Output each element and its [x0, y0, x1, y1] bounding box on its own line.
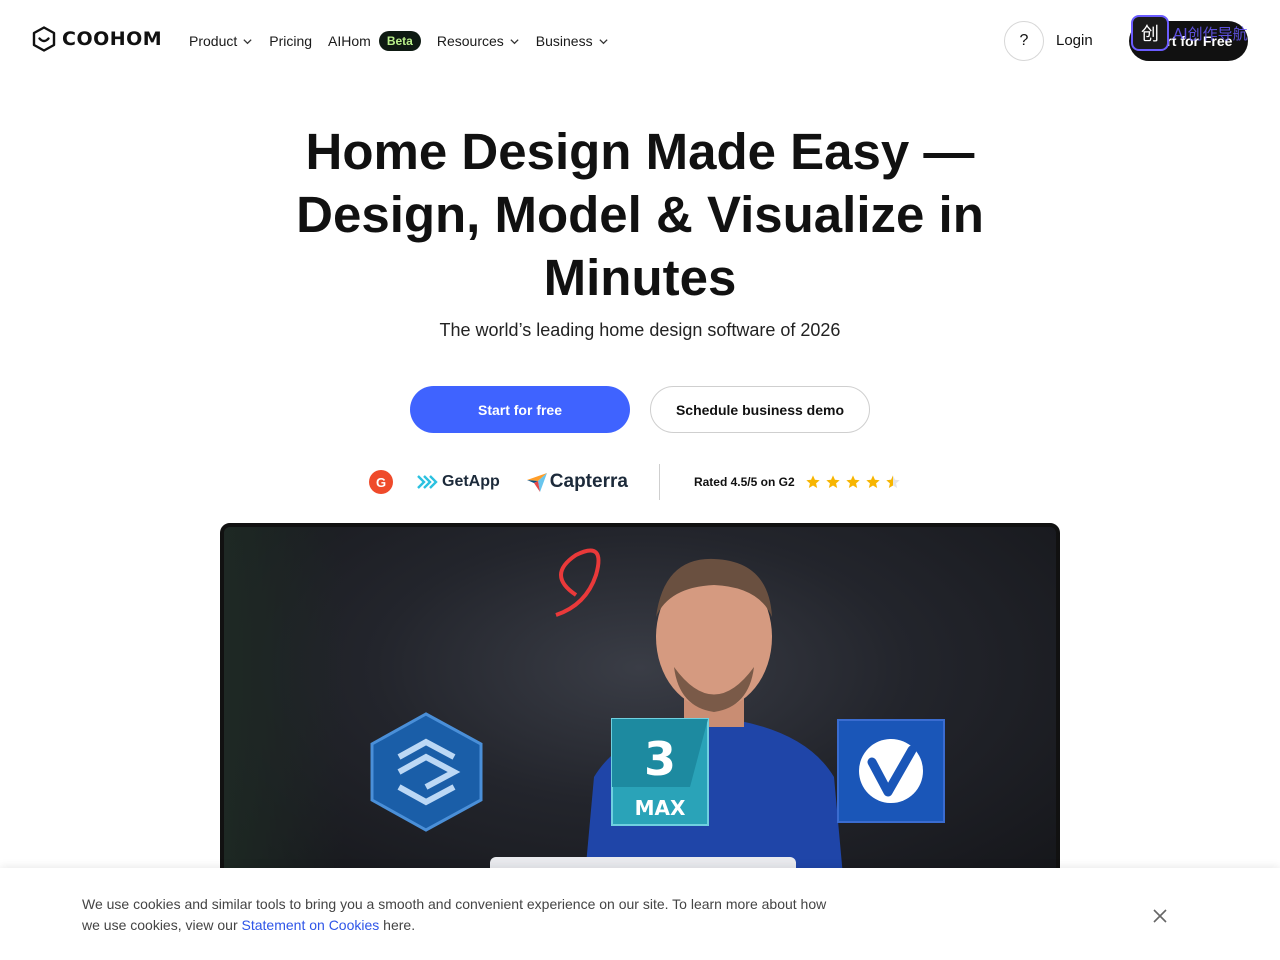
- logo-text: COOHOM: [62, 28, 163, 50]
- sketchup-logo: [370, 712, 483, 832]
- cookie-banner: We use cookies and similar tools to brin…: [0, 868, 1280, 960]
- cookie-text: We use cookies and similar tools to brin…: [82, 894, 842, 936]
- cookie-statement-link[interactable]: Statement on Cookies: [242, 917, 380, 933]
- login-link[interactable]: Login: [1056, 32, 1093, 49]
- capterra-arrow-icon: [526, 473, 547, 492]
- start-for-free-cta[interactable]: Start for free: [410, 386, 630, 433]
- nav-product[interactable]: Product: [189, 28, 253, 54]
- getapp-label: GetApp: [442, 473, 500, 490]
- coohom-logo-icon: [32, 26, 56, 52]
- getapp-chevrons-icon: [417, 475, 438, 489]
- 3ds-max-logo: 3 MAX: [611, 718, 709, 826]
- hero-title-line: Minutes: [543, 249, 737, 306]
- star-icon: [805, 475, 820, 488]
- help-button[interactable]: ?: [1004, 21, 1044, 61]
- ai-nav-overlay-icon: 创: [1131, 15, 1169, 51]
- star-icon: [865, 475, 880, 488]
- close-icon[interactable]: [1150, 906, 1170, 926]
- nav-resources[interactable]: Resources: [437, 28, 520, 54]
- 3ds-max-label: MAX: [635, 796, 686, 820]
- hero-title-line: Home Design Made Easy —: [305, 123, 975, 180]
- nav-pricing-label: Pricing: [269, 33, 313, 49]
- ratings-divider: [658, 464, 660, 500]
- nav-resources-label: Resources: [436, 33, 504, 49]
- star-half-icon: [885, 475, 900, 488]
- ai-nav-overlay-text: AI创作导航: [1173, 24, 1248, 43]
- nav-aihom[interactable]: AIHom Beta: [328, 28, 421, 54]
- nav-business-label: Business: [535, 33, 593, 49]
- cookie-text-end: here.: [379, 917, 416, 933]
- capterra-logo[interactable]: Capterra: [526, 471, 628, 493]
- plant-decoration: [224, 527, 344, 879]
- presenter-image: [584, 558, 844, 879]
- beta-badge: Beta: [378, 31, 421, 51]
- vray-logo: [837, 719, 945, 823]
- vray-v-icon: [859, 739, 923, 803]
- hero-title: Home Design Made Easy — Design, Model & …: [240, 120, 1040, 309]
- main-nav: Product Pricing AIHom Beta Resources Bus…: [189, 28, 625, 54]
- chevron-down-icon: [243, 38, 252, 44]
- capterra-label: Capterra: [549, 471, 628, 492]
- chevron-down-icon: [598, 38, 608, 44]
- star-icon: [845, 475, 860, 488]
- nav-pricing[interactable]: Pricing: [269, 28, 312, 54]
- getapp-logo[interactable]: GetApp: [417, 473, 500, 491]
- nav-product-label: Product: [189, 33, 238, 49]
- rating-stars: [805, 474, 905, 490]
- 3ds-max-number: 3: [644, 732, 676, 786]
- site-header: COOHOM Product Pricing AIHom Beta Resour…: [0, 0, 1280, 82]
- schedule-demo-button[interactable]: Schedule business demo: [650, 386, 870, 433]
- star-icon: [825, 475, 840, 488]
- chevron-down-icon: [510, 38, 519, 44]
- cookie-text-main: We use cookies and similar tools to brin…: [82, 896, 827, 933]
- hero-subtitle: The world’s leading home design software…: [439, 320, 841, 340]
- coohom-logo[interactable]: COOHOM: [32, 26, 162, 52]
- hero-video[interactable]: 3 MAX: [220, 523, 1060, 883]
- nav-business[interactable]: Business: [536, 28, 609, 54]
- g2-logo[interactable]: G: [369, 470, 393, 494]
- ratings-row: G GetApp Capterra Rated 4.5/5 on G2: [369, 462, 905, 502]
- g2-rating-text: Rated 4.5/5 on G2: [693, 475, 795, 489]
- nav-aihom-label: AIHom: [328, 33, 371, 49]
- ai-nav-overlay-badge[interactable]: 创 AI创作导航: [1131, 15, 1248, 51]
- hero-title-line: Design, Model & Visualize in: [296, 186, 984, 243]
